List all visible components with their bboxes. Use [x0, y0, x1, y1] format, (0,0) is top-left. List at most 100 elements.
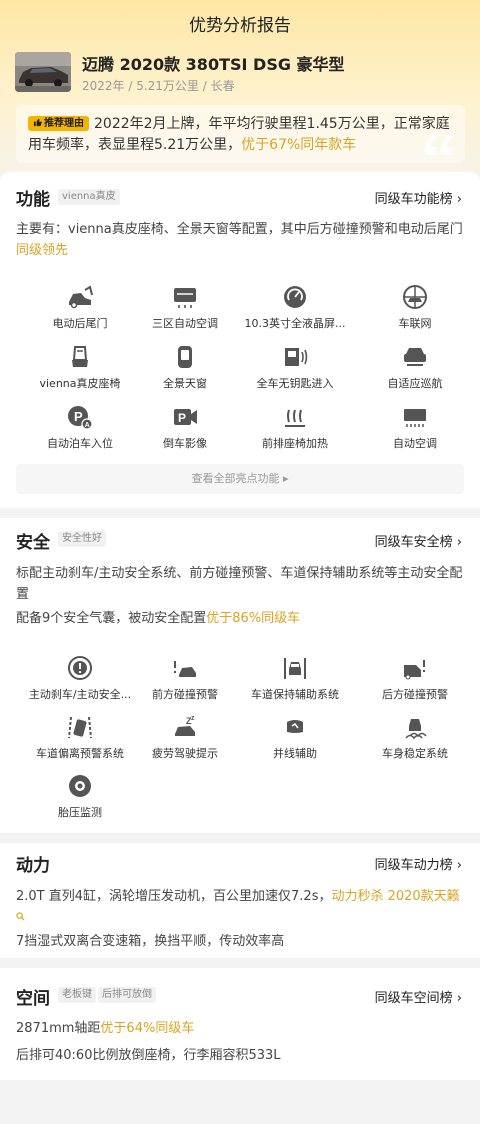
- features-tag: vienna真皮: [58, 189, 120, 205]
- search-icon[interactable]: [16, 912, 25, 921]
- front-collision-warning-icon: [174, 661, 196, 677]
- tire-pressure-icon: [69, 775, 91, 797]
- feature-item-label: 10.3英寸全液晶屏...: [244, 317, 346, 330]
- safety-item-label: 前方碰撞预警: [152, 688, 218, 701]
- safety-item[interactable]: 车道偏离预警系统: [25, 714, 135, 761]
- safety-item-label: 后方碰撞预警: [382, 688, 448, 701]
- feature-item[interactable]: P A 自动泊车入位: [25, 404, 135, 451]
- car-meta-info: 2022年 / 5.21万公里 / 长春: [82, 79, 235, 93]
- power-tailgate-icon: [69, 285, 93, 309]
- space-rank-link[interactable]: 同级车空间榜 ›: [375, 987, 462, 1006]
- feature-item[interactable]: 三区自动空调: [130, 284, 240, 331]
- safety-item[interactable]: Zz 疲劳驾驶提示: [130, 714, 240, 761]
- chevron-right-icon: ›: [456, 991, 462, 1006]
- svg-text:z: z: [191, 715, 195, 722]
- safety-title: 安全: [16, 533, 50, 553]
- safety-item-label: 主动刹车/主动安全...: [28, 688, 132, 701]
- reason-body: 2022年2月上牌，年平均行驶里程1.45万公里，正常家庭用车频率，表显里程5.…: [28, 116, 450, 153]
- chevron-right-icon: ›: [456, 858, 462, 873]
- keyless-entry-icon: [285, 348, 308, 366]
- feature-item-label: 倒车影像: [163, 437, 207, 450]
- safety-item-label: 并线辅助: [273, 747, 317, 760]
- space-tag-boss-key: 老板键: [58, 987, 96, 1003]
- safety-item-label: 车道偏离预警系统: [36, 747, 124, 760]
- adaptive-cruise-icon: [404, 348, 426, 366]
- lcd-gauge-icon: [284, 286, 306, 308]
- features-rank-link[interactable]: 同级车功能榜 ›: [375, 188, 462, 207]
- feature-item-label: 前排座椅加热: [262, 437, 328, 450]
- chevron-right-icon: ›: [456, 535, 462, 550]
- auto-ac-icon: [404, 409, 426, 427]
- power-desc-gearbox: 7挡湿式双离合变速箱，换挡平顺，传动效率高: [16, 934, 285, 949]
- space-title: 空间: [16, 989, 50, 1009]
- safety-item-label: 车道保持辅助系统: [251, 688, 339, 701]
- rear-collision-warning-icon: [404, 660, 425, 680]
- feature-item[interactable]: 自适应巡航: [360, 344, 470, 391]
- space-desc-trunk: 后排可40:60比例放倒座椅，行李厢容积533L: [16, 1048, 281, 1063]
- safety-item[interactable]: 胎压监测: [25, 773, 135, 820]
- feature-item-label: 车联网: [398, 317, 432, 330]
- chevron-right-icon: ›: [456, 192, 462, 207]
- lane-departure-icon: [68, 716, 92, 739]
- feature-item-label: 电动后尾门: [52, 317, 108, 330]
- feature-item-label: 自适应巡航: [387, 377, 443, 390]
- seat-heating-icon: [285, 409, 305, 427]
- feature-item[interactable]: P 倒车影像: [130, 404, 240, 451]
- feature-item[interactable]: 全景天窗: [130, 344, 240, 391]
- lane-keep-icon: [284, 658, 306, 679]
- car-thumbnail[interactable]: [15, 52, 71, 92]
- feature-item-label: 三区自动空调: [152, 317, 218, 330]
- recommend-badge: 推荐理由: [28, 116, 89, 131]
- auto-parking-icon: PA: [68, 406, 93, 430]
- panoramic-sunroof-icon: [178, 346, 192, 368]
- reason-highlight: 优于67%同年款车: [241, 137, 357, 153]
- features-desc: 主要有：vienna真皮座椅、全景天窗等配置，其中后方碰撞预警和电动后尾门同级领…: [16, 222, 463, 258]
- safety-item-label: 车身稳定系统: [382, 747, 448, 760]
- active-brake-icon: [68, 656, 92, 680]
- feature-item[interactable]: 自动空调: [360, 404, 470, 451]
- feature-item[interactable]: 电动后尾门: [25, 284, 135, 331]
- safety-desc-passive: 配备9个安全气囊，被动安全配置优于86%同级车: [16, 611, 301, 626]
- feature-item-label: 自动空调: [393, 437, 437, 450]
- reverse-camera-icon: P: [174, 409, 197, 425]
- safety-item-label: 疲劳驾驶提示: [152, 747, 218, 760]
- safety-tag: 安全性好: [58, 531, 106, 547]
- safety-item[interactable]: 主动刹车/主动安全...: [25, 655, 135, 702]
- blind-spot-icon: [287, 720, 303, 733]
- feature-item-label: 自动泊车入位: [47, 437, 113, 450]
- features-title: 功能: [16, 190, 50, 210]
- safety-desc-active: 标配主动刹车/主动安全系统、前方碰撞预警、车道保持辅助系统等主动安全配置: [16, 566, 463, 602]
- feature-item[interactable]: 车联网: [360, 284, 470, 331]
- leather-seat-icon: [72, 346, 88, 367]
- recommend-reason-box: 推荐理由 2022年2月上牌，年平均行驶里程1.45万公里，正常家庭用车频率，表显…: [16, 105, 465, 163]
- safety-item-label: 胎压监测: [58, 806, 102, 819]
- power-rank-link[interactable]: 同级车动力榜 ›: [375, 854, 462, 873]
- feature-item[interactable]: 全车无钥匙进入: [240, 344, 350, 391]
- safety-item[interactable]: 后方碰撞预警: [360, 655, 470, 702]
- svg-text:P: P: [74, 409, 83, 424]
- recommend-reason-text: 推荐理由 2022年2月上牌，年平均行驶里程1.45万公里，正常家庭用车频率，表显…: [28, 114, 458, 156]
- feature-item-label: 全车无钥匙进入: [256, 377, 334, 390]
- page-title: 优势分析报告: [189, 16, 291, 36]
- power-title: 动力: [16, 856, 50, 876]
- power-desc-engine: 2.0T 直列4缸，涡轮增压发动机，百公里加速仅7.2s，动力秒杀 2020款天…: [16, 886, 466, 928]
- car-model-name: 迈腾 2020款 380TSI DSG 豪华型: [82, 55, 345, 74]
- feature-item[interactable]: 前排座椅加热: [240, 404, 350, 451]
- fatigue-alert-icon: Zz: [175, 715, 195, 736]
- view-all-features-button[interactable]: 查看全部亮点功能 ▸: [16, 464, 464, 494]
- feature-item[interactable]: 10.3英寸全液晶屏...: [240, 284, 350, 331]
- safety-item[interactable]: 并线辅助: [240, 714, 350, 761]
- svg-text:A: A: [85, 422, 90, 429]
- thumbs-up-icon: [33, 118, 42, 127]
- connected-car-icon: [403, 285, 427, 309]
- safety-rank-link[interactable]: 同级车安全榜 ›: [375, 531, 462, 550]
- feature-item-label: 全景天窗: [163, 377, 207, 390]
- svg-text:P: P: [178, 411, 186, 425]
- space-tag-fold-seats: 后排可放倒: [98, 987, 156, 1003]
- space-desc-wheelbase: 2871mm轴距优于64%同级车: [16, 1021, 195, 1036]
- feature-item-label: vienna真皮座椅: [39, 377, 121, 390]
- safety-item[interactable]: 车道保持辅助系统: [240, 655, 350, 702]
- feature-item[interactable]: vienna真皮座椅: [25, 344, 135, 391]
- safety-item[interactable]: 前方碰撞预警: [130, 655, 240, 702]
- safety-item[interactable]: 车身稳定系统: [360, 714, 470, 761]
